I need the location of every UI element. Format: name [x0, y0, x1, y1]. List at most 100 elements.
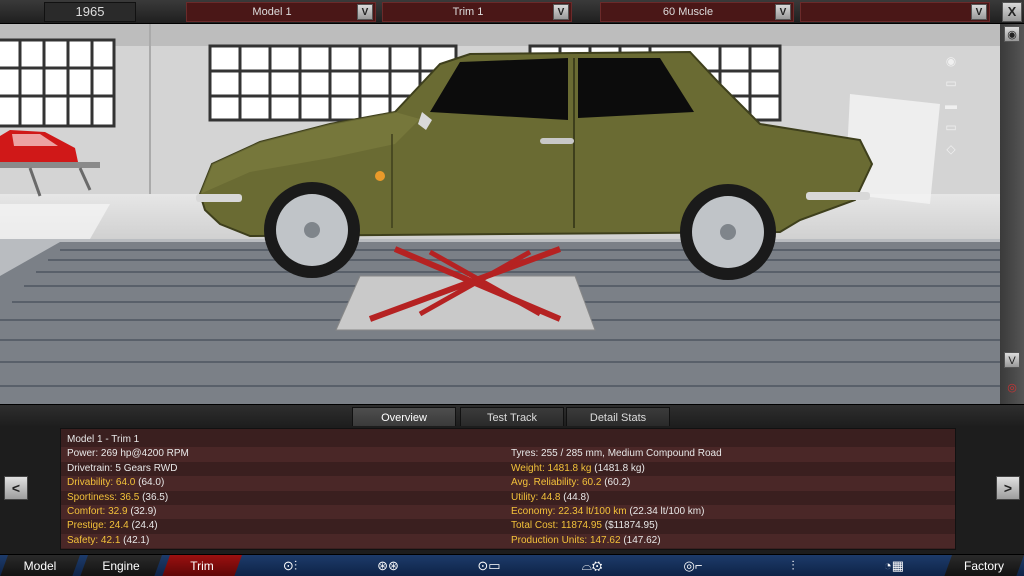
- stat-value: 1481.8 kg: [547, 462, 592, 474]
- stat-label: Total Cost:: [511, 520, 559, 532]
- model-select-value: Model 1: [252, 6, 292, 18]
- stats-row: Prestige: 24.4 (24.4) Total Cost: 11874.9…: [61, 519, 955, 533]
- extra-select[interactable]: V: [800, 2, 990, 22]
- stat-label: Economy:: [511, 506, 556, 517]
- chassis-icon[interactable]: ⊙▭: [464, 557, 514, 575]
- stat-right: Tyres: 255 / 285 mm, Medium Compound Roa…: [511, 447, 722, 461]
- stat-label: Avg. Reliability:: [511, 477, 580, 489]
- chevron-down-icon[interactable]: V: [553, 4, 569, 20]
- stat-current-value: (64.0): [138, 477, 165, 489]
- stats-row: Comfort: 32.9 (32.9) Economy: 22.34 lt/10…: [61, 505, 955, 520]
- chevron-down-icon[interactable]: V: [971, 4, 987, 20]
- car-rear-view-icon[interactable]: ▭: [936, 120, 966, 138]
- stat-value: 32.9: [108, 506, 128, 517]
- eye-icon[interactable]: ◉: [1004, 26, 1020, 42]
- stat-value: 60.2: [581, 477, 602, 489]
- stat-left: Comfort: 32.9 (32.9): [67, 505, 157, 519]
- stat-current-value: (60.2): [604, 477, 631, 489]
- tab-detail-stats[interactable]: Detail Stats: [566, 407, 670, 427]
- stat-value: 11874.95: [561, 520, 602, 532]
- stat-value: 147.62: [589, 534, 621, 546]
- body-style-select-value: 60 Muscle: [662, 6, 714, 18]
- nav-engine[interactable]: Engine: [80, 555, 162, 576]
- chevron-down-icon[interactable]: V: [775, 4, 791, 20]
- tab-overview[interactable]: Overview: [352, 407, 456, 427]
- close-button[interactable]: X: [1002, 2, 1022, 22]
- stat-label: Drivability:: [67, 477, 114, 489]
- stat-left: Drivetrain: 5 Gears RWD: [67, 462, 177, 476]
- stats-row: Drivability: 64.0 (64.0) Avg. Reliability…: [61, 476, 955, 491]
- tab-test-track[interactable]: Test Track: [460, 407, 564, 427]
- stat-left: Drivability: 64.0 (64.0): [67, 476, 164, 490]
- stat-left: Safety: 42.1 (42.1): [67, 534, 149, 548]
- stat-right: Weight: 1481.8 kg (1481.8 kg): [511, 462, 645, 476]
- stat-current-value: (1481.8 kg): [594, 462, 645, 474]
- stats-table: Model 1 - Trim 1 Power: 269 hp@4200 RPM T…: [60, 428, 956, 550]
- interior-icon[interactable]: ◎⌐: [668, 557, 718, 575]
- suspension-icon[interactable]: ⊛⊛: [366, 557, 410, 575]
- stats-header-row: Model 1 - Trim 1: [61, 433, 955, 447]
- stat-value: 255 / 285 mm, Medium Compound Road: [541, 448, 722, 460]
- stat-value: 269 hp@4200 RPM: [100, 448, 189, 460]
- stat-label: Safety:: [67, 534, 99, 546]
- stat-label: Prestige:: [67, 520, 107, 532]
- model-select[interactable]: Model 1 V: [186, 2, 376, 22]
- stats-row: Drivetrain: 5 Gears RWD Weight: 1481.8 kg…: [61, 462, 955, 476]
- car-side-view-icon[interactable]: ▬: [936, 98, 966, 116]
- viewport-scrollbar[interactable]: ◉ V ◎: [1000, 24, 1024, 404]
- exhaust-icon[interactable]: ⫶: [780, 557, 806, 575]
- stat-label: Comfort:: [67, 506, 106, 517]
- stat-right: Total Cost: 11874.95 ($11874.95): [511, 519, 658, 533]
- stat-left: Prestige: 24.4 (24.4): [67, 519, 158, 533]
- stat-right: Avg. Reliability: 60.2 (60.2): [511, 476, 630, 490]
- nav-factory[interactable]: Factory: [944, 555, 1024, 576]
- camera-icon[interactable]: ◉: [936, 54, 966, 72]
- stat-value: 24.4: [109, 520, 129, 532]
- body-style-select[interactable]: 60 Muscle V: [600, 2, 794, 22]
- stat-label: Production Units:: [511, 534, 588, 546]
- car-front-view-icon[interactable]: ▭: [936, 76, 966, 94]
- main-navigation: Model Engine Trim ⊙⫶ ⊛⊛ ⊙▭ ⌓⚙ ◎⌐ ⫶ ◔▦ Fa…: [0, 554, 1024, 576]
- stat-value: 42.1: [100, 534, 121, 546]
- stat-value: 22.34 lt/100 km: [558, 506, 627, 517]
- stat-value: 44.8: [541, 491, 561, 503]
- nav-model[interactable]: Model: [0, 555, 80, 576]
- car-top-view-icon[interactable]: ◇: [936, 142, 966, 160]
- stat-current-value: (147.62): [623, 534, 661, 546]
- stat-value: 64.0: [115, 477, 136, 489]
- stat-left: Power: 269 hp@4200 RPM: [67, 447, 189, 461]
- window-left: [0, 38, 116, 128]
- view-controls: ◉ ▭ ▬ ▭ ◇: [936, 54, 972, 164]
- stat-label: Sportiness:: [67, 491, 118, 503]
- stat-current-value: (22.34 lt/100 km): [629, 506, 705, 517]
- stat-label: Drivetrain:: [67, 462, 113, 474]
- prev-button[interactable]: <: [4, 476, 28, 500]
- test-icon[interactable]: ◔▦: [872, 557, 916, 575]
- gearbox-icon[interactable]: ⊙⫶: [268, 557, 312, 575]
- stat-current-value: (24.4): [131, 520, 158, 532]
- detail-tabs: Overview Test Track Detail Stats: [0, 404, 1024, 427]
- stat-current-value: (44.8): [563, 491, 590, 503]
- stat-value: 5 Gears RWD: [115, 462, 178, 474]
- car-viewport[interactable]: ◉ ▭ ▬ ▭ ◇: [0, 24, 1000, 404]
- nav-trim[interactable]: Trim: [162, 555, 242, 576]
- stat-label: Weight:: [511, 462, 545, 474]
- stat-right: Production Units: 147.62 (147.62): [511, 534, 661, 548]
- next-button[interactable]: >: [996, 476, 1020, 500]
- chevron-down-icon[interactable]: V: [357, 4, 373, 20]
- trim-select-value: Trim 1: [452, 6, 484, 18]
- top-bar: 1965 Model 1 V Trim 1 V 60 Muscle V V X: [0, 0, 1024, 24]
- body-icon[interactable]: ⌓⚙: [552, 557, 632, 575]
- stats-row: Power: 269 hp@4200 RPM Tyres: 255 / 285 m…: [61, 447, 955, 462]
- stats-row: Safety: 42.1 (42.1) Production Units: 147…: [61, 533, 955, 549]
- year-field[interactable]: 1965: [44, 2, 136, 22]
- trim-select[interactable]: Trim 1 V: [382, 2, 572, 22]
- stat-current-value: (36.5): [142, 491, 169, 503]
- overview-panel: < > Model 1 - Trim 1 Power: 269 hp@4200 …: [0, 426, 1024, 554]
- stat-left: Sportiness: 36.5 (36.5): [67, 491, 168, 505]
- hide-icon[interactable]: ◎: [1004, 380, 1020, 396]
- stat-value: 36.5: [119, 491, 140, 503]
- scroll-down-button[interactable]: V: [1004, 352, 1020, 368]
- stats-row: Sportiness: 36.5 (36.5) Utility: 44.8 (44…: [61, 491, 955, 505]
- stat-current-value: (32.9): [130, 506, 157, 517]
